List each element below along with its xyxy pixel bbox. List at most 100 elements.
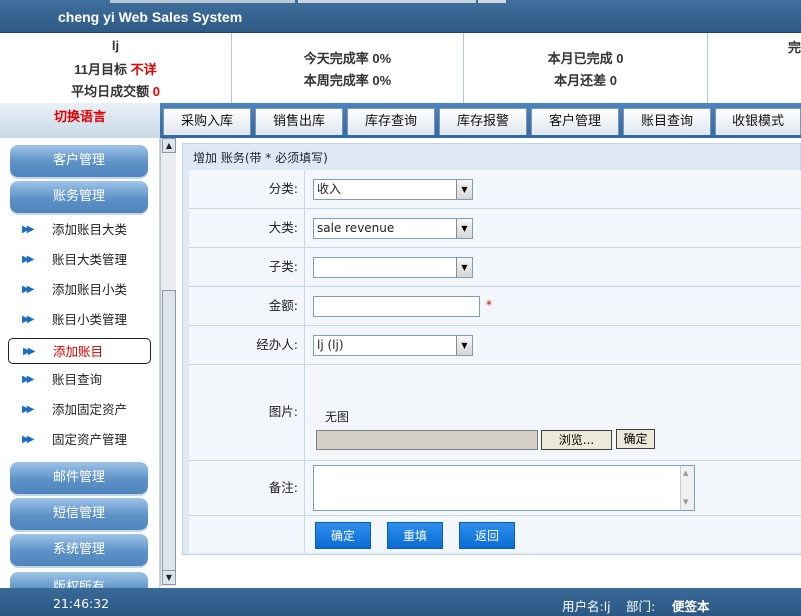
- major-category-select[interactable]: sale revenue ▼: [313, 218, 473, 239]
- sidebar-item-label: 账目小类管理: [52, 312, 128, 327]
- handler-select[interactable]: lj (lj) ▼: [313, 335, 473, 356]
- minor-category-label: 子类:: [189, 248, 305, 286]
- avg-daily-value: 0: [152, 84, 160, 99]
- upload-confirm-button[interactable]: 确定: [616, 429, 655, 449]
- monthly-target-value: 不详: [130, 62, 157, 77]
- sidebar-item-label: 账目查询: [52, 372, 103, 387]
- sidebar-item-label: 账目大类管理: [52, 252, 128, 267]
- sidebar-group-system[interactable]: 系统管理: [10, 534, 148, 566]
- chevron-down-icon: ▼: [456, 219, 472, 238]
- sidebar-item-label: 固定资产管理: [52, 432, 128, 447]
- stats-rate-column: 今天完成率 0% 本周完成率 0%: [232, 33, 464, 103]
- major-category-selected-value: sale revenue: [317, 221, 395, 235]
- category-select[interactable]: 收入 ▼: [313, 179, 473, 200]
- avg-daily: 平均日成交额 0: [0, 81, 231, 100]
- tab-cashier-mode[interactable]: 收银模式: [715, 108, 801, 135]
- sidebar-item-account-query[interactable]: ▶▶ 账目查询: [8, 367, 151, 393]
- double-arrow-icon: ▶▶: [22, 434, 35, 445]
- double-arrow-icon: ▶▶: [22, 254, 35, 265]
- sidebar-item-fixed-asset-management[interactable]: ▶▶ 固定资产管理: [8, 427, 151, 453]
- form-row-image: 图片: 无图 浏览... 确定: [189, 365, 801, 461]
- scroll-up-arrow-icon[interactable]: ▲: [162, 138, 176, 153]
- monthly-target: 11月目标 不详: [0, 59, 231, 78]
- week-rate-value: 0%: [372, 73, 392, 88]
- tab-stock-alert[interactable]: 库存报警: [439, 108, 527, 135]
- reset-button[interactable]: 重填: [387, 522, 443, 549]
- today-rate: 今天完成率 0%: [232, 48, 463, 67]
- amount-label: 金额:: [189, 287, 305, 325]
- file-path-input[interactable]: [316, 430, 538, 450]
- month-gap-value: 0: [609, 73, 617, 88]
- back-button[interactable]: 返回: [459, 522, 515, 549]
- stats-header: lj 11月目标 不详 平均日成交额 0 今天完成率 0% 本周完成率 0% 本…: [0, 33, 801, 103]
- chevron-down-icon: ▼: [456, 180, 472, 199]
- monthly-target-label: 11月目标: [74, 62, 128, 77]
- form-row-handler: 经办人: lj (lj) ▼: [189, 326, 801, 365]
- month-done-label: 本月已完成: [547, 51, 613, 66]
- double-arrow-icon: ▶▶: [22, 284, 35, 295]
- scroll-down-arrow-icon[interactable]: ▼: [162, 570, 176, 585]
- sidebar-group-copyright[interactable]: 版权所有: [10, 572, 148, 588]
- handler-selected-value: lj (lj): [317, 338, 344, 352]
- language-switch-button[interactable]: 切换语言: [0, 103, 160, 138]
- form-row-actions: 确定 重填 返回: [189, 516, 801, 553]
- department-label: 部门:: [626, 599, 656, 614]
- sidebar-group-mail[interactable]: 邮件管理: [10, 462, 148, 494]
- sidebar-item-add-minor-category[interactable]: ▶▶ 添加账目小类: [8, 277, 151, 303]
- form-panel: 增加 账务(带 * 必须填写) 分类: 收入 ▼ 大类: sale revenu…: [182, 143, 801, 555]
- stats-user-column: lj 11月目标 不详 平均日成交额 0: [0, 33, 232, 103]
- scrollbar-thumb[interactable]: [162, 290, 176, 572]
- no-image-text: 无图: [325, 410, 350, 424]
- handler-label: 经办人:: [189, 326, 305, 364]
- month-gap: 本月还差 0: [464, 70, 707, 89]
- tab-purchase-in[interactable]: 采购入库: [163, 108, 251, 135]
- main-content: 增加 账务(带 * 必须填写) 分类: 收入 ▼ 大类: sale revenu…: [178, 138, 801, 588]
- sidebar-group-accounts[interactable]: 账务管理: [10, 181, 148, 213]
- sidebar-item-add-major-category[interactable]: ▶▶ 添加账目大类: [8, 217, 151, 243]
- actions-label-cell: [189, 516, 305, 553]
- double-arrow-icon: ▶▶: [22, 224, 35, 235]
- sidebar-item-label: 添加固定资产: [52, 402, 128, 417]
- confirm-button[interactable]: 确定: [315, 522, 371, 549]
- month-done: 本月已完成 0: [464, 48, 707, 67]
- sidebar-item-add-account[interactable]: ▶▶ 添加账目: [8, 338, 151, 364]
- chevron-down-icon: ▼: [456, 258, 472, 277]
- sidebar-scrollbar[interactable]: ▲ ▼: [160, 138, 176, 586]
- double-arrow-icon: ▶▶: [22, 314, 35, 325]
- major-category-label: 大类:: [189, 209, 305, 247]
- stats-month-column: 本月已完成 0 本月还差 0: [464, 33, 708, 103]
- textarea-scrollbar[interactable]: ▲ ▼: [680, 466, 694, 510]
- form-title: 增加 账务(带 * 必须填写): [193, 151, 328, 165]
- nav-bar: 切换语言 采购入库 销售出库 库存查询 库存报警 客户管理 账目查询 收银模式: [0, 103, 801, 138]
- sidebar-item-major-category-management[interactable]: ▶▶ 账目大类管理: [8, 247, 151, 273]
- title-strip: [478, 0, 506, 3]
- sidebar-item-minor-category-management[interactable]: ▶▶ 账目小类管理: [8, 307, 151, 333]
- sidebar: 客户管理 账务管理 ▶▶ 添加账目大类 ▶▶ 账目大类管理 ▶▶ 添加账目小类 …: [0, 138, 160, 588]
- category-label: 分类:: [189, 170, 305, 208]
- sidebar-item-add-fixed-asset[interactable]: ▶▶ 添加固定资产: [8, 397, 151, 423]
- image-label: 图片:: [189, 365, 305, 460]
- form-row-major-category: 大类: sale revenue ▼: [189, 209, 801, 248]
- month-gap-label: 本月还差: [554, 73, 607, 88]
- username-label: 用户名:lj: [562, 599, 611, 614]
- category-selected-value: 收入: [317, 182, 342, 196]
- stats-cut-text: 完: [788, 40, 801, 55]
- minor-category-select[interactable]: ▼: [313, 257, 473, 278]
- tab-account-query[interactable]: 账目查询: [623, 108, 711, 135]
- scroll-down-arrow-icon: ▼: [683, 498, 689, 506]
- required-asterisk: *: [486, 298, 492, 312]
- scroll-up-arrow-icon: ▲: [683, 469, 689, 477]
- tab-stock-query[interactable]: 库存查询: [347, 108, 435, 135]
- sidebar-group-customer[interactable]: 客户管理: [10, 145, 148, 177]
- tab-sales-out[interactable]: 销售出库: [255, 108, 343, 135]
- browse-button[interactable]: 浏览...: [541, 430, 612, 450]
- sidebar-group-sms[interactable]: 短信管理: [10, 498, 148, 530]
- form-row-amount: 金额: *: [189, 287, 801, 326]
- app-title: cheng yi Web Sales System: [58, 9, 243, 25]
- department-value: 便签本: [672, 599, 710, 614]
- amount-input[interactable]: [313, 296, 480, 317]
- tab-customer-management[interactable]: 客户管理: [531, 108, 619, 135]
- remark-textarea[interactable]: ▲ ▼: [313, 465, 695, 511]
- chevron-down-icon: ▼: [456, 336, 472, 355]
- form-row-category: 分类: 收入 ▼: [189, 170, 801, 209]
